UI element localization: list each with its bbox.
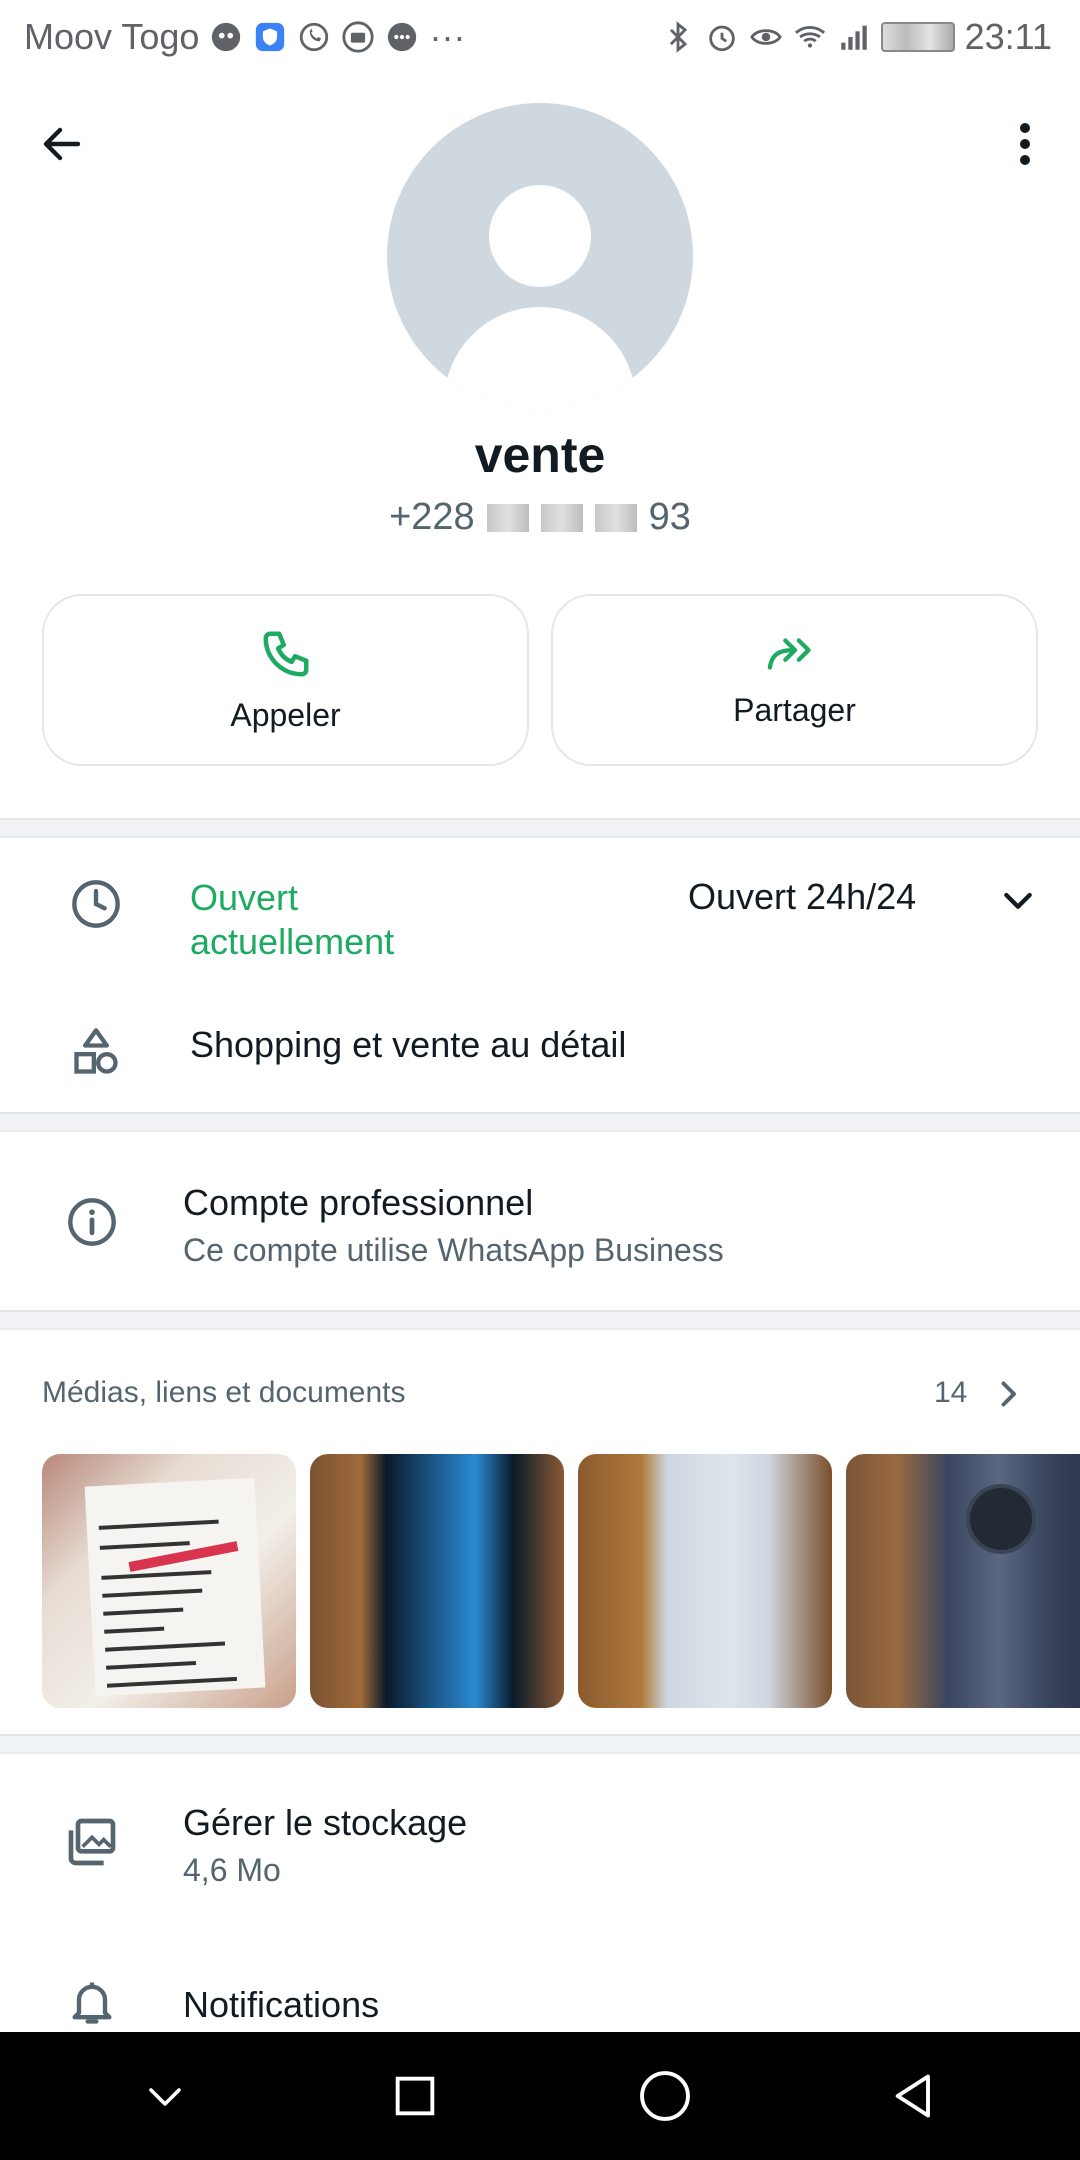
system-navigation-bar bbox=[0, 2032, 1080, 2160]
business-account-subtitle: Ce compte utilise WhatsApp Business bbox=[183, 1232, 724, 1268]
phone-redacted-block bbox=[486, 503, 529, 532]
eye-comfort-icon bbox=[749, 20, 783, 54]
call-label: Appeler bbox=[230, 696, 341, 733]
business-category: Shopping et vente au détail bbox=[190, 1024, 627, 1065]
more-options-button[interactable] bbox=[1000, 112, 1050, 176]
wifi-icon bbox=[793, 20, 827, 54]
share-forward-icon bbox=[767, 637, 811, 670]
receipt-paper bbox=[84, 1477, 266, 1697]
business-hours-value[interactable]: Ouvert 24h/24 bbox=[688, 876, 916, 918]
battery-icon bbox=[880, 22, 955, 52]
media-thumbnail-phone-about[interactable] bbox=[578, 1454, 832, 1708]
notifications-title[interactable]: Notifications bbox=[183, 1984, 379, 2026]
phone-suffix: 93 bbox=[648, 496, 691, 538]
back-button[interactable] bbox=[30, 112, 94, 176]
share-button[interactable]: Partager bbox=[551, 594, 1038, 766]
media-thumbnail-receipt[interactable] bbox=[42, 1454, 296, 1708]
nav-recents-button[interactable] bbox=[375, 2056, 455, 2136]
phone-icon bbox=[263, 631, 308, 676]
shapes-category-icon bbox=[66, 1022, 126, 1082]
camera-module bbox=[966, 1484, 1036, 1554]
status-bar: Moov Togo ··· 23:11 bbox=[0, 0, 1080, 74]
avatar-placeholder-head bbox=[489, 185, 591, 287]
square-icon bbox=[395, 2076, 435, 2116]
business-account-title: Compte professionnel bbox=[183, 1182, 534, 1223]
share-label: Partager bbox=[733, 691, 856, 728]
bluetooth-icon bbox=[661, 20, 695, 54]
clock-icon bbox=[66, 874, 126, 934]
nav-home-button[interactable] bbox=[625, 2056, 705, 2136]
media-thumbnails bbox=[42, 1454, 1080, 1708]
bell-icon bbox=[62, 1972, 122, 2032]
section-divider bbox=[0, 1112, 1080, 1132]
nav-hide-button[interactable] bbox=[125, 2056, 205, 2136]
call-button[interactable]: Appeler bbox=[42, 594, 529, 766]
arrow-left-icon bbox=[43, 127, 81, 161]
storage-icon bbox=[62, 1812, 122, 1872]
avatar-placeholder-body bbox=[444, 307, 636, 409]
shield-icon bbox=[253, 20, 287, 54]
action-buttons: Appeler Partager bbox=[42, 594, 1038, 766]
phone-redacted-block bbox=[594, 503, 637, 532]
carrier-name: Moov Togo bbox=[24, 16, 200, 57]
section-divider bbox=[0, 818, 1080, 838]
phone-redacted-block bbox=[540, 503, 583, 532]
manage-storage-title[interactable]: Gérer le stockage bbox=[183, 1802, 467, 1844]
section-divider bbox=[0, 1310, 1080, 1330]
media-count[interactable]: 14 bbox=[934, 1376, 967, 1410]
media-thumbnail-phone-back[interactable] bbox=[846, 1454, 1080, 1708]
business-hours-status: Ouvert actuellement bbox=[190, 877, 395, 962]
download-app-icon bbox=[341, 20, 375, 54]
more-vertical-icon bbox=[1020, 123, 1030, 165]
storage-size: 4,6 Mo bbox=[183, 1852, 281, 1888]
triangle-back-icon bbox=[895, 2074, 930, 2118]
info-icon bbox=[62, 1192, 122, 1252]
chevron-right-icon[interactable] bbox=[990, 1374, 1026, 1414]
app-notification-icon bbox=[209, 20, 243, 54]
phone-prefix: +228 bbox=[389, 496, 475, 538]
chevron-down-icon bbox=[149, 2088, 181, 2106]
alarm-icon bbox=[705, 20, 739, 54]
section-divider bbox=[0, 1734, 1080, 1754]
clock: 23:11 bbox=[964, 16, 1052, 57]
media-thumbnail-phone-home[interactable] bbox=[310, 1454, 564, 1708]
avatar[interactable] bbox=[387, 103, 693, 409]
message-icon bbox=[385, 20, 419, 54]
more-notifications-indicator: ··· bbox=[429, 16, 466, 57]
whatsapp-icon bbox=[297, 20, 331, 54]
signal-icon bbox=[837, 20, 871, 54]
nav-back-button[interactable] bbox=[875, 2056, 955, 2136]
contact-name: vente bbox=[474, 427, 606, 483]
contact-phone: +228 93 bbox=[0, 496, 1080, 539]
chevron-down-icon[interactable] bbox=[998, 880, 1038, 920]
media-section-title[interactable]: Médias, liens et documents bbox=[42, 1376, 406, 1410]
circle-icon bbox=[640, 2071, 690, 2121]
